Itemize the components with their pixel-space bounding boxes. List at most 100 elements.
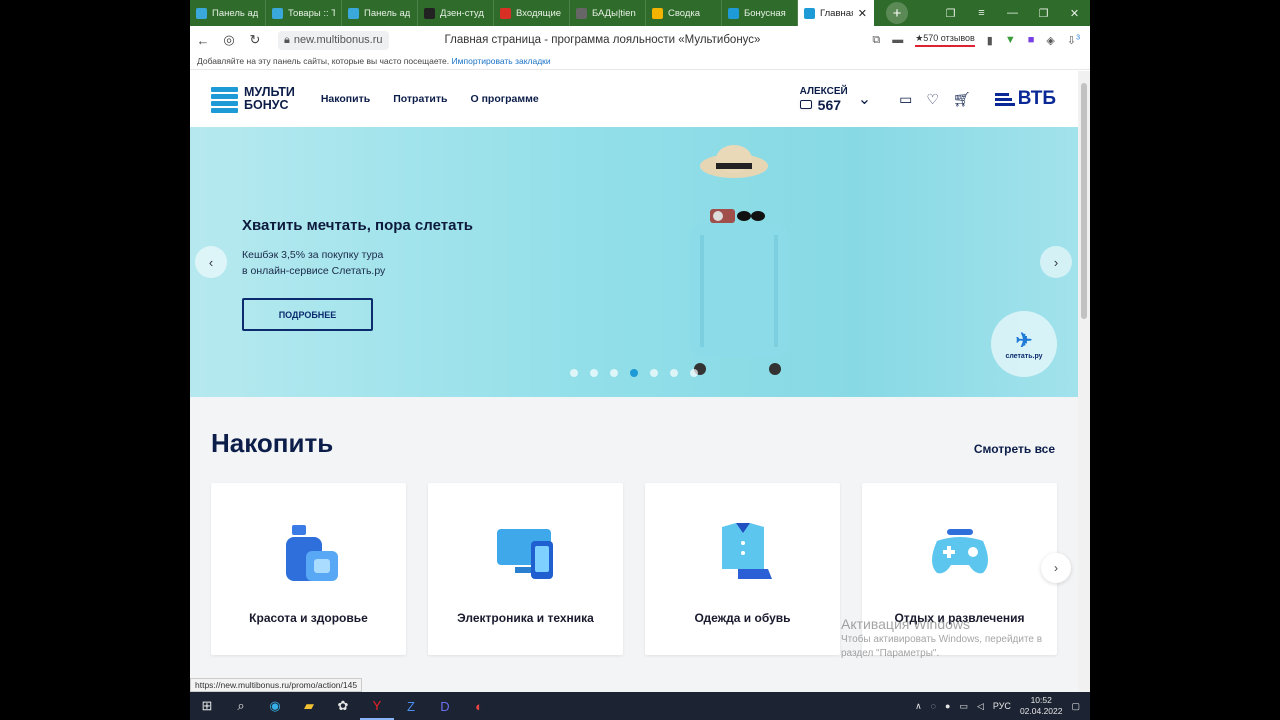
- bookmarks-bar: Добавляйте на эту панель сайты, которые …: [190, 54, 1090, 70]
- reload-icon[interactable]: ↻: [242, 32, 268, 48]
- url-field[interactable]: 🔒︎ new.multibonus.ru: [278, 30, 389, 50]
- banner-title: Хватить мечтать, пора слетать: [242, 217, 474, 234]
- windows-activation-watermark: Активация Windows Чтобы активировать Win…: [841, 616, 1043, 659]
- search-icon[interactable]: ⌕: [224, 692, 258, 720]
- close-window-icon[interactable]: ✕: [1059, 7, 1090, 20]
- tab-list-icon[interactable]: ❐: [935, 7, 966, 20]
- recorder-icon[interactable]: ◐: [462, 692, 496, 720]
- reviews-badge[interactable]: ★570 отзывов: [915, 33, 975, 47]
- favicon-icon: [728, 7, 739, 19]
- tab-2[interactable]: Панель ад: [342, 0, 418, 26]
- page-title: Главная страница - программа лояльности …: [444, 34, 761, 46]
- banner-more-button[interactable]: ПОДРОБНЕЕ: [242, 298, 373, 331]
- main-nav: Накопить Потратить О программе: [321, 93, 539, 105]
- app-d-icon[interactable]: D: [428, 692, 462, 720]
- logo-gift-icon: [211, 83, 238, 115]
- favicon-icon: [804, 7, 815, 19]
- favicon-icon: [196, 7, 207, 19]
- close-tab-icon[interactable]: ✕: [858, 7, 867, 20]
- plane-icon: ✈︎: [1015, 330, 1033, 352]
- pagination-dot[interactable]: [610, 369, 618, 377]
- banner-next-arrow[interactable]: ›: [1040, 246, 1072, 278]
- pagination-dot[interactable]: [570, 369, 578, 377]
- minimize-icon[interactable]: —: [997, 7, 1028, 19]
- see-all-link[interactable]: Смотреть все: [974, 442, 1055, 456]
- volume-icon[interactable]: ◁: [977, 701, 984, 712]
- window-controls: ❐ ≡ — ❐ ✕: [935, 0, 1090, 26]
- tab-5[interactable]: БАДы|tien: [570, 0, 646, 26]
- pagination-dot[interactable]: [650, 369, 658, 377]
- banner-subtitle: Кешбэк 3,5% за покупку тура в онлайн-сер…: [242, 249, 386, 277]
- comment-icon[interactable]: ▬: [892, 34, 903, 46]
- tab-1[interactable]: Товары :: Т: [266, 0, 342, 26]
- tab-8-active[interactable]: Главная ✕: [798, 0, 874, 26]
- extension-purple-icon[interactable]: ■: [1028, 34, 1035, 46]
- bonus-card-icon: [799, 100, 812, 109]
- start-windows-icon[interactable]: ⊞: [190, 692, 224, 720]
- category-card-electronics[interactable]: Электроника и техника: [428, 483, 623, 655]
- favicon-icon: [348, 7, 359, 19]
- scrollbar-thumb[interactable]: [1081, 83, 1087, 319]
- system-tray: ∧ ◌ ● ▭ ◁ РУС 10:52 02.04.2022 ▢: [915, 695, 1090, 717]
- back-icon[interactable]: ←: [190, 33, 216, 48]
- status-url: https://new.multibonus.ru/promo/action/1…: [190, 678, 363, 692]
- restore-icon[interactable]: ❐: [1028, 7, 1059, 20]
- network-icon[interactable]: ▭: [959, 701, 968, 712]
- windows-taskbar: ⊞ ⌕ ◉ ▰ ✿ Y Z D ◐ ∧ ◌ ● ▭ ◁ РУС 10:52 02…: [190, 692, 1090, 720]
- yandex-browser-icon[interactable]: Y: [360, 692, 394, 720]
- zoom-icon[interactable]: Z: [394, 692, 428, 720]
- favicon-icon: [500, 7, 511, 19]
- user-menu[interactable]: АЛЕКСЕЙ 567 ⌄: [799, 86, 871, 113]
- share-icon[interactable]: ⧉: [872, 34, 880, 47]
- category-card-beauty[interactable]: Красота и здоровье: [211, 483, 406, 655]
- banner-prev-arrow[interactable]: ‹: [195, 246, 227, 278]
- page-scrollbar[interactable]: [1078, 71, 1090, 692]
- accumulate-section: Накопить Смотреть все Красота и здоровье: [190, 397, 1078, 697]
- nav-about[interactable]: О программе: [470, 93, 538, 105]
- chevron-down-icon[interactable]: ⌄: [858, 89, 871, 109]
- tab-3[interactable]: Дзен-студ: [418, 0, 494, 26]
- tab-4[interactable]: Входящие: [494, 0, 570, 26]
- multibonus-logo[interactable]: МУЛЬТИ БОНУС: [211, 83, 295, 115]
- explorer-folder-icon[interactable]: ▰: [292, 692, 326, 720]
- extension-down-icon[interactable]: ▼: [1005, 34, 1016, 46]
- menu-icon[interactable]: ≡: [966, 7, 997, 19]
- tab-0[interactable]: Панель ад: [190, 0, 266, 26]
- nav-accumulate[interactable]: Накопить: [321, 93, 370, 105]
- letterbox-right: [1090, 0, 1280, 720]
- import-bookmarks-link[interactable]: Импортировать закладки: [452, 56, 551, 66]
- nav-spend[interactable]: Потратить: [393, 93, 447, 105]
- cards-next-arrow[interactable]: ›: [1041, 553, 1071, 583]
- downloads-icon[interactable]: ⇩3: [1067, 34, 1080, 47]
- tray-app-icon[interactable]: ◌: [931, 701, 936, 711]
- microphone-icon[interactable]: ●: [945, 701, 950, 711]
- favicon-icon: [272, 7, 283, 19]
- language-indicator[interactable]: РУС: [993, 701, 1011, 711]
- bookmark-icon[interactable]: ▮: [987, 34, 993, 47]
- heart-icon[interactable]: ♡: [926, 91, 939, 108]
- tab-6[interactable]: Сводка: [646, 0, 722, 26]
- cosmetics-icon: [286, 525, 338, 581]
- clothes-icon: [722, 523, 772, 579]
- pagination-dot[interactable]: [670, 369, 678, 377]
- favicon-icon: [424, 7, 435, 19]
- pagination-dot[interactable]: [690, 369, 698, 377]
- edge-icon[interactable]: ◉: [258, 692, 292, 720]
- cart-icon[interactable]: 🛒︎: [953, 91, 971, 108]
- tray-chevron-up-icon[interactable]: ∧: [915, 701, 922, 712]
- gamepad-icon: [932, 529, 988, 574]
- shield-icon[interactable]: ◎: [216, 32, 242, 48]
- collections-icon[interactable]: ◈: [1046, 34, 1054, 47]
- vtb-logo[interactable]: ВТБ: [994, 88, 1056, 110]
- category-card-clothes[interactable]: Одежда и обувь: [645, 483, 840, 655]
- clock[interactable]: 10:52 02.04.2022: [1020, 695, 1063, 717]
- new-tab-button[interactable]: +: [886, 2, 908, 24]
- tab-7[interactable]: Бонусная: [722, 0, 798, 26]
- sletat-partner-logo[interactable]: ✈︎ слетать.ру: [991, 311, 1057, 377]
- pagination-dot[interactable]: [590, 369, 598, 377]
- notifications-icon[interactable]: ▢: [1071, 701, 1080, 712]
- address-actions: ⧉ ▬ ★570 отзывов ▮ ▼ ■ ◈ ⇩3: [872, 33, 1090, 47]
- app-pinned-icon[interactable]: ✿: [326, 692, 360, 720]
- pagination-dot[interactable]: [630, 369, 638, 377]
- chat-icon[interactable]: ▭: [899, 91, 912, 108]
